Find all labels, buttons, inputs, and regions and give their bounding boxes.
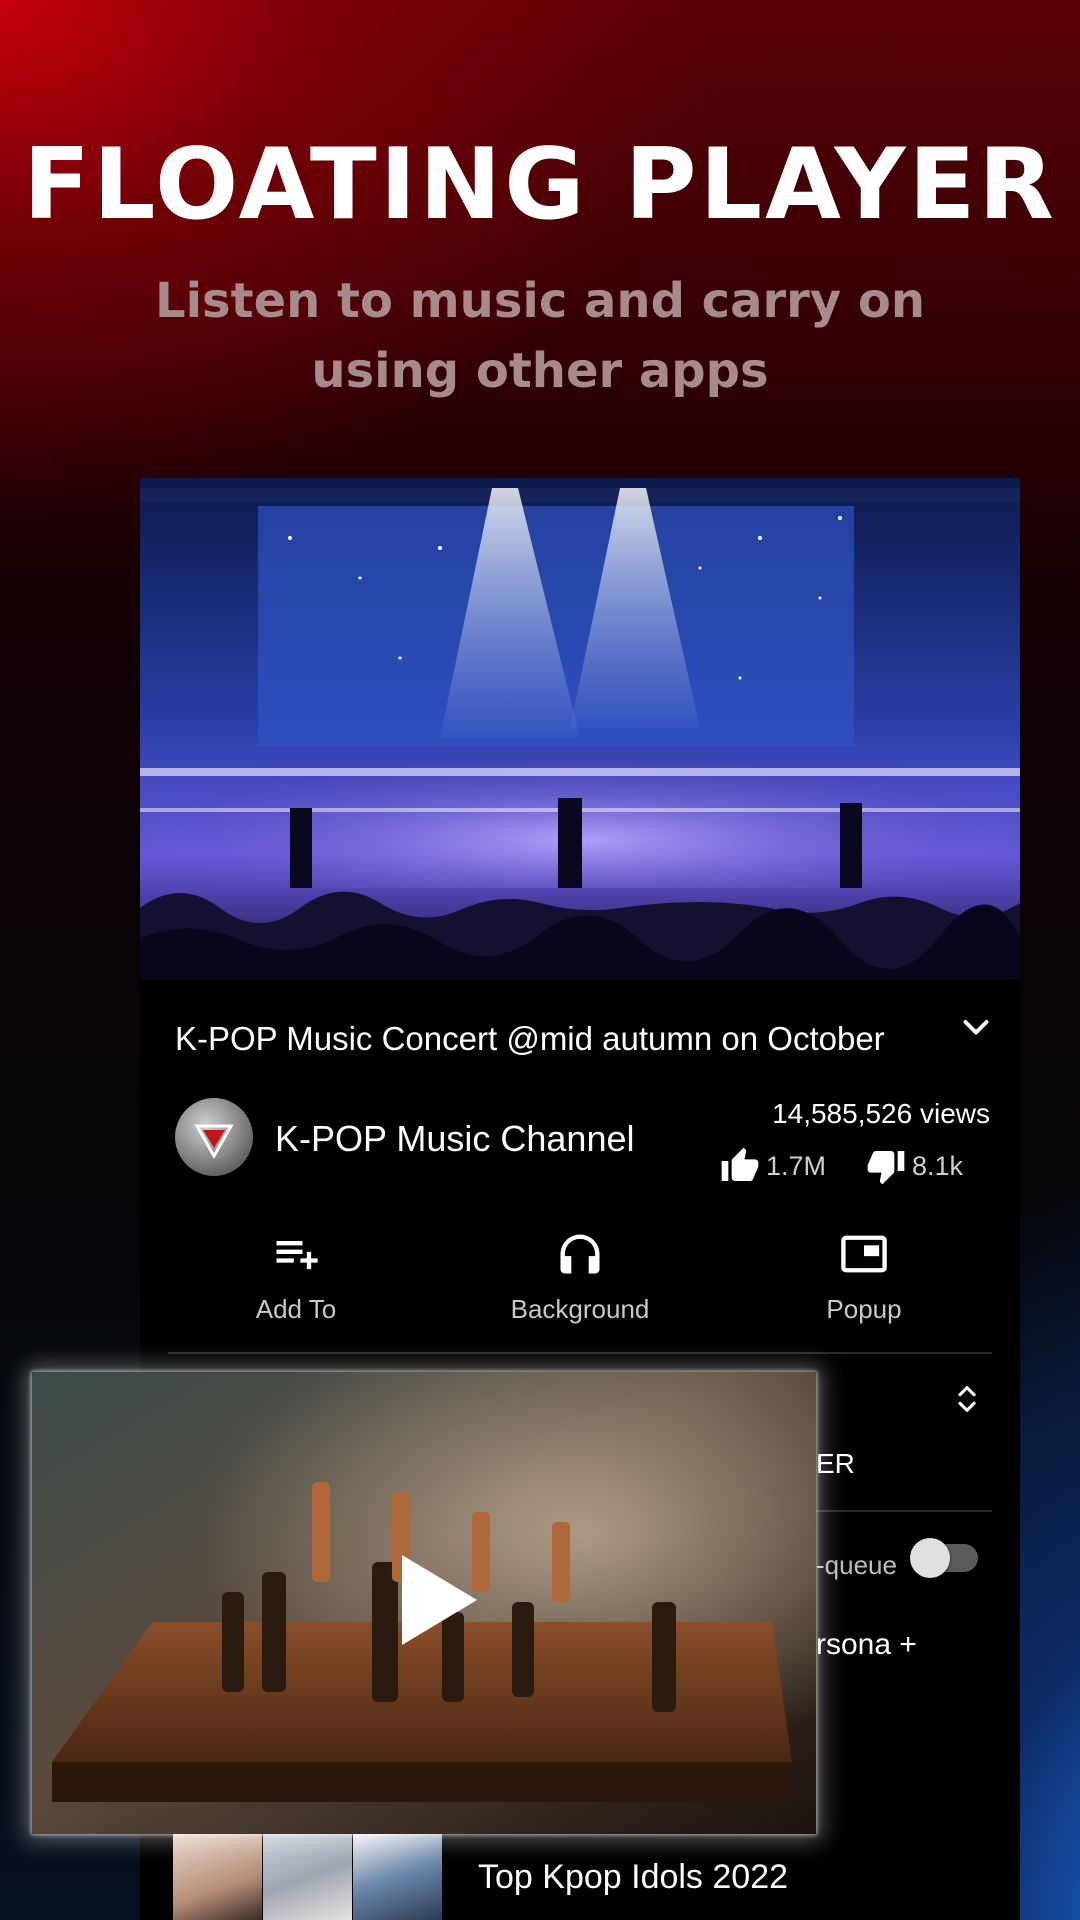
channel-name[interactable]: K-POP Music Channel bbox=[275, 1118, 635, 1160]
like-dislike-row: 1.7M 8.1k bbox=[720, 1146, 1000, 1186]
add-to-button[interactable]: Add To bbox=[196, 1228, 396, 1325]
concert-image bbox=[140, 478, 1020, 980]
floating-mini-player[interactable] bbox=[32, 1372, 816, 1834]
thumbs-up-icon[interactable] bbox=[720, 1146, 760, 1186]
background-label: Background bbox=[510, 1294, 650, 1324]
autoqueue-toggle[interactable] bbox=[910, 1538, 978, 1578]
thumbs-down-icon[interactable] bbox=[866, 1146, 906, 1186]
queue-header: ER bbox=[816, 1448, 855, 1479]
toggle-knob bbox=[910, 1538, 950, 1578]
queue-item-title[interactable]: rsona + bbox=[816, 1628, 917, 1662]
thumbnail-2 bbox=[263, 1834, 352, 1920]
background-button[interactable]: Background bbox=[480, 1228, 680, 1325]
playlist-add-icon bbox=[276, 1241, 318, 1270]
promo-title: FLOATING PLAYER bbox=[23, 128, 1057, 242]
popup-label: Popup bbox=[826, 1294, 902, 1324]
dislike-count: 8.1k bbox=[912, 1151, 964, 1181]
add-to-label: Add To bbox=[255, 1294, 337, 1324]
popup-button[interactable]: Popup bbox=[764, 1228, 964, 1325]
playlist-thumbnails[interactable] bbox=[173, 1834, 445, 1920]
video-title: K-POP Music Concert @mid autumn on Octob… bbox=[175, 1020, 885, 1057]
channel-avatar[interactable] bbox=[175, 1098, 253, 1176]
thumbnail-3 bbox=[353, 1834, 442, 1920]
headphones-icon bbox=[560, 1234, 600, 1274]
thumbnail-1 bbox=[173, 1834, 262, 1920]
promo-subtitle: Listen to music and carry on using other… bbox=[155, 273, 925, 399]
picture-in-picture-icon bbox=[841, 1235, 887, 1273]
view-count: 14,585,526 views bbox=[772, 1098, 990, 1129]
autoqueue-label: -queue bbox=[816, 1550, 897, 1580]
expand-collapse-icon[interactable] bbox=[950, 1382, 984, 1416]
play-icon[interactable] bbox=[372, 1540, 492, 1660]
channel-logo-icon bbox=[194, 1124, 234, 1160]
chevron-down-icon[interactable] bbox=[958, 1010, 994, 1046]
video-thumbnail[interactable] bbox=[140, 478, 1020, 980]
divider bbox=[168, 1352, 992, 1354]
like-count: 1.7M bbox=[766, 1151, 827, 1181]
playlist-title[interactable]: Top Kpop Idols 2022 bbox=[478, 1858, 788, 1897]
